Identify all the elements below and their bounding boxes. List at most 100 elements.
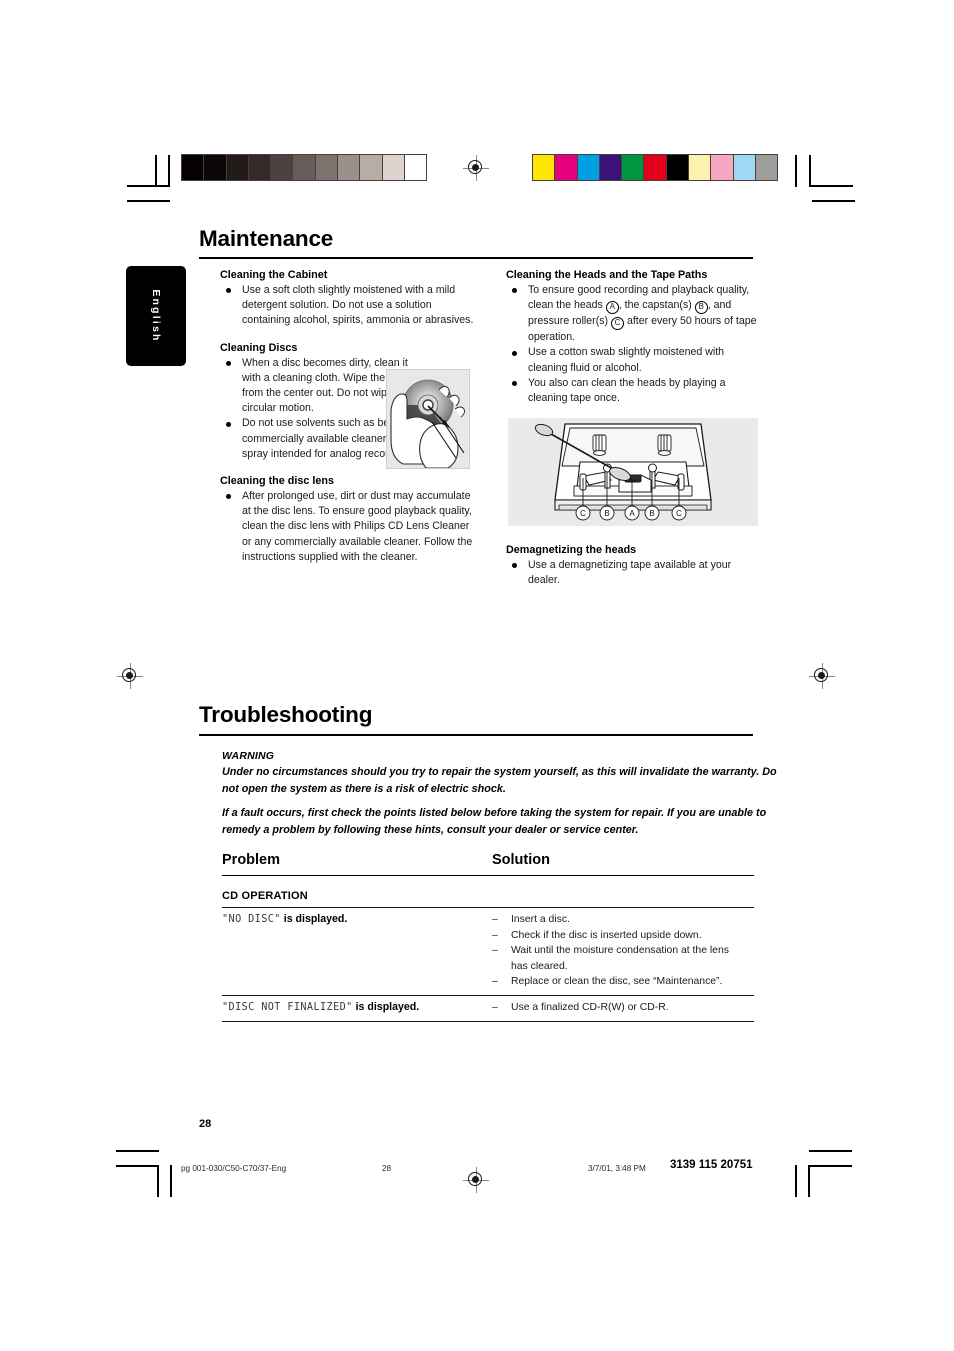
color-swatch-9	[733, 155, 756, 180]
color-swatch-4	[622, 155, 645, 180]
page-title-troubleshooting: Troubleshooting	[199, 702, 373, 727]
crop-mark-top-left-h2	[127, 200, 170, 202]
crop-mark-bottom-right-v2	[795, 1165, 797, 1197]
page-title-maintenance: Maintenance	[199, 226, 334, 251]
table-row: "DISC NOT FINALIZED" is displayed. Use a…	[222, 996, 754, 1021]
warning-block: WARNING Under no circumstances should yo…	[222, 748, 777, 838]
solution-item: Check if the disc is inserted upside dow…	[492, 928, 754, 944]
color-swatch-4	[271, 155, 294, 180]
solution-item: Wait until the moisture condensation at …	[492, 943, 754, 959]
registration-mark-left	[117, 663, 143, 689]
list-item: To ensure good recording and playback qu…	[506, 283, 758, 345]
heading-cleaning-heads-tape-paths: Cleaning the Heads and the Tape Paths	[506, 269, 708, 281]
problem-tail: is displayed.	[352, 1000, 420, 1013]
svg-text:B: B	[649, 509, 654, 518]
crop-mark-bottom-left-v2	[170, 1165, 172, 1197]
tape-deck-diagram-icon: C B A B C	[508, 418, 758, 526]
list-item: Use a demagnetizing tape available at yo…	[506, 558, 758, 588]
crop-mark-top-right-h	[810, 185, 853, 187]
crop-mark-bottom-left-v	[157, 1165, 159, 1197]
footer-timestamp: 3/7/01, 3:48 PM	[588, 1164, 646, 1173]
table-cell-problem: "DISC NOT FINALIZED" is displayed.	[222, 1000, 492, 1016]
language-tab-english: English	[126, 266, 186, 366]
list-item: After prolonged use, dirt or dust may ac…	[220, 489, 475, 565]
language-tab-label: English	[150, 289, 162, 343]
color-swatch-2	[577, 155, 600, 180]
troubleshooting-title-rule	[199, 734, 753, 736]
svg-text:C: C	[580, 509, 586, 518]
solution-item: Use a finalized CD-R(W) or CD-R.	[492, 1000, 754, 1016]
warning-paragraph-1: Under no circumstances should you try to…	[222, 766, 777, 795]
figure-tape-deck: C B A B C	[508, 418, 758, 526]
color-swatch-5	[293, 155, 316, 180]
color-swatch-6	[315, 155, 339, 180]
figure-disc-cleaning	[386, 369, 470, 469]
crop-mark-bottom-left-h	[116, 1150, 159, 1152]
crop-mark-top-left-h	[127, 185, 170, 187]
maintenance-demagnetizing-block: Demagnetizing the heads Use a demagnetiz…	[506, 543, 758, 588]
color-swatch-0	[182, 155, 205, 180]
registration-mark-bottom	[463, 1167, 489, 1193]
color-swatch-7	[338, 155, 361, 180]
grayscale-color-bar	[181, 154, 428, 181]
crop-mark-bottom-left-h2	[116, 1165, 159, 1167]
svg-text:C: C	[676, 509, 682, 518]
solution-item: Replace or clean the disc, see “Maintena…	[492, 974, 754, 990]
column-header-problem: Problem	[222, 852, 281, 868]
color-swatch-7	[689, 155, 712, 180]
crop-mark-top-right-v	[809, 155, 811, 187]
crop-mark-top-right-v2	[795, 155, 797, 187]
lcd-text-no-disc: "NO DISC"	[222, 914, 281, 925]
list-item: You also can clean the heads by playing …	[506, 376, 758, 406]
color-swatch-3	[599, 155, 623, 180]
printed-page: English Maintenance Cleaning the Cabinet…	[0, 0, 954, 1351]
color-swatch-6	[666, 155, 690, 180]
label-a-icon: A	[605, 301, 619, 315]
list-item: Use a cotton swab slightly moistened wit…	[506, 345, 758, 375]
crop-mark-top-left-v2	[155, 155, 157, 187]
heading-cleaning-the-disc-lens: Cleaning the disc lens	[220, 475, 334, 488]
heading-cleaning-the-cabinet: Cleaning the Cabinet	[220, 269, 328, 281]
footer-page-number: 28	[382, 1164, 392, 1173]
color-swatch-10	[404, 155, 427, 180]
lcd-text-disc-not-finalized: "DISC NOT FINALIZED"	[222, 1001, 353, 1013]
color-swatch-8	[360, 155, 383, 180]
troubleshooting-table: Problem Solution CD OPERATION "NO DISC" …	[222, 852, 754, 1022]
crop-mark-top-left-v	[168, 155, 170, 187]
maintenance-right-column: Cleaning the Heads and the Tape Paths To…	[506, 268, 758, 406]
page-number: 28	[199, 1118, 212, 1130]
table-header-row: Problem Solution	[222, 852, 754, 875]
table-cell-problem: "NO DISC" is displayed.	[222, 912, 492, 990]
table-bottom-rule	[222, 1020, 754, 1022]
table-row: "NO DISC" is displayed. Insert a disc. C…	[222, 908, 754, 995]
table-group-label-cd-operation: CD OPERATION	[222, 890, 308, 902]
svg-text:A: A	[629, 509, 635, 518]
list-item: Use a soft cloth slightly moistened with…	[220, 283, 475, 329]
color-swatch-8	[711, 155, 734, 180]
svg-text:B: B	[604, 509, 609, 518]
crop-mark-bottom-right-v	[808, 1165, 810, 1197]
color-swatch-1	[555, 155, 578, 180]
warning-label: WARNING	[222, 750, 275, 762]
warning-paragraph-2: If a fault occurs, first check the point…	[222, 807, 767, 836]
label-b-icon: B	[694, 301, 708, 315]
maintenance-title-rule	[199, 257, 753, 259]
table-cell-solution: Use a finalized CD-R(W) or CD-R.	[492, 1000, 754, 1016]
heading-cleaning-discs: Cleaning Discs	[220, 341, 298, 354]
crop-mark-bottom-right-h2	[809, 1165, 852, 1167]
solution-item: Insert a disc.	[492, 912, 754, 928]
registration-mark-right	[809, 663, 835, 689]
color-swatch-0	[533, 155, 556, 180]
color-swatch-3	[248, 155, 272, 180]
heading-demagnetizing-the-heads: Demagnetizing the heads	[506, 544, 637, 556]
table-cell-solution: Insert a disc. Check if the disc is inse…	[492, 912, 754, 990]
solution-item-continuation: has cleared.	[511, 960, 568, 972]
footer-document-code: 3139 115 20751	[670, 1159, 753, 1171]
color-swatch-2	[226, 155, 249, 180]
label-c-icon: C	[611, 317, 625, 331]
color-swatch-9	[382, 155, 405, 180]
column-header-solution: Solution	[492, 852, 550, 868]
crop-mark-top-right-h2	[812, 200, 855, 202]
color-swatch-1	[204, 155, 227, 180]
disc-cleaning-icon	[387, 370, 469, 468]
